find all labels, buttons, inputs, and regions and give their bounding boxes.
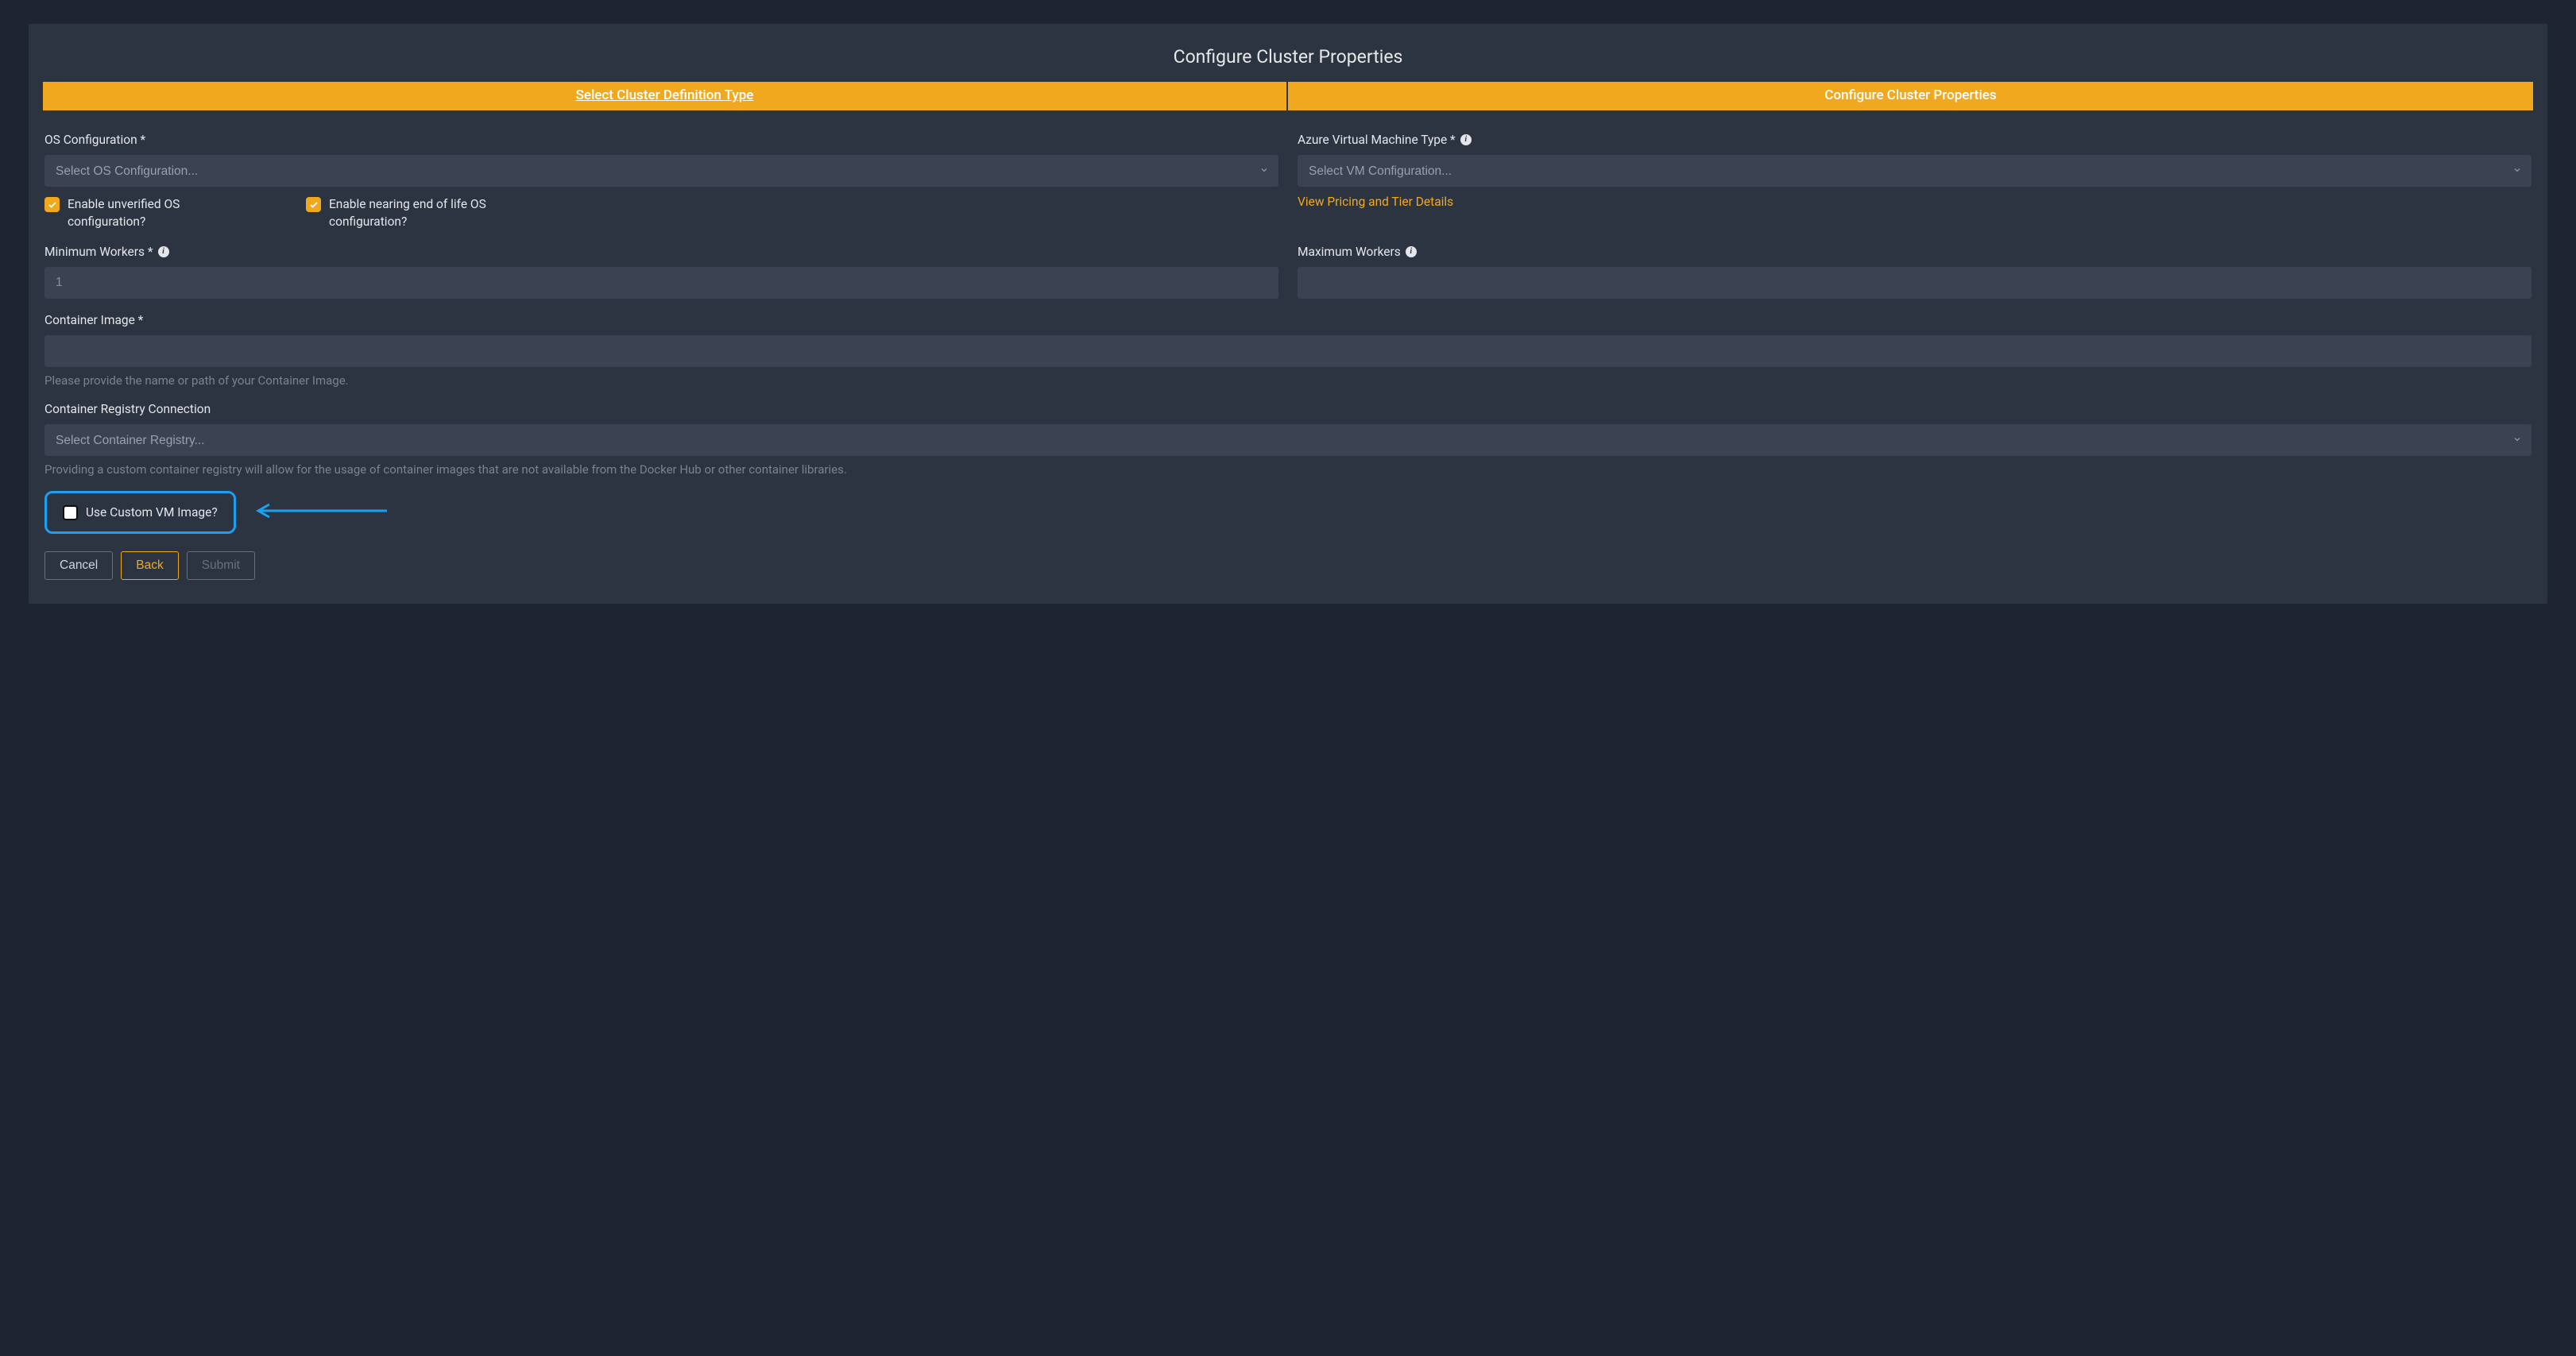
custom-vm-highlight-box: Use Custom VM Image? (44, 491, 236, 534)
stepper: Select Cluster Definition Type Configure… (43, 82, 2533, 110)
page-root: Configure Cluster Properties Select Clus… (0, 0, 2576, 636)
step-label: Select Cluster Definition Type (576, 87, 754, 103)
min-workers-label: Minimum Workers * i (44, 245, 1278, 259)
pricing-link[interactable]: View Pricing and Tier Details (1298, 195, 1453, 209)
step-configure-cluster-properties[interactable]: Configure Cluster Properties (1288, 82, 2533, 110)
container-registry-select-wrap: Select Container Registry... (44, 424, 2532, 456)
cancel-button[interactable]: Cancel (44, 551, 113, 580)
max-workers-label: Maximum Workers i (1298, 245, 2532, 259)
max-workers-field: Maximum Workers i (1298, 245, 2532, 299)
container-image-helper: Please provide the name or path of your … (44, 373, 2532, 388)
os-config-label: OS Configuration * (44, 133, 1278, 147)
os-config-select-wrap: Select OS Configuration... (44, 155, 1278, 187)
step-select-cluster-definition-type[interactable]: Select Cluster Definition Type (43, 82, 1288, 110)
container-image-label: Container Image * (44, 313, 2532, 327)
min-workers-field: Minimum Workers * i (44, 245, 1278, 299)
custom-vm-label: Use Custom VM Image? (86, 505, 218, 520)
vm-type-select[interactable]: Select VM Configuration... (1298, 155, 2532, 187)
os-config-checkboxes: Enable unverified OS configuration? Enab… (44, 196, 1278, 230)
os-config-select[interactable]: Select OS Configuration... (44, 155, 1278, 187)
container-registry-field: Container Registry Connection Select Con… (44, 402, 2532, 477)
info-icon[interactable]: i (1460, 134, 1472, 145)
checkbox-custom-vm[interactable]: Use Custom VM Image? (63, 504, 218, 520)
step-label: Configure Cluster Properties (1824, 87, 1996, 103)
config-panel: Configure Cluster Properties Select Clus… (29, 24, 2547, 604)
checkbox-eol-os[interactable]: Enable nearing end of life OS configurat… (306, 196, 520, 230)
submit-button[interactable]: Submit (187, 551, 255, 580)
checkbox-empty-icon (63, 505, 78, 520)
container-image-field: Container Image * Please provide the nam… (44, 313, 2532, 388)
info-icon[interactable]: i (158, 246, 169, 257)
vm-type-field: Azure Virtual Machine Type * i Select VM… (1298, 133, 2532, 230)
back-button[interactable]: Back (121, 551, 178, 580)
container-registry-select[interactable]: Select Container Registry... (44, 424, 2532, 456)
form-grid: OS Configuration * Select OS Configurati… (43, 133, 2533, 534)
check-icon (44, 197, 60, 212)
info-icon[interactable]: i (1406, 246, 1417, 257)
custom-vm-highlight-row: Use Custom VM Image? (44, 491, 2532, 534)
checkbox-eol-label: Enable nearing end of life OS configurat… (329, 196, 520, 230)
container-registry-helper: Providing a custom container registry wi… (44, 462, 2532, 477)
page-title: Configure Cluster Properties (43, 46, 2533, 68)
check-icon (306, 197, 321, 212)
button-row: Cancel Back Submit (43, 551, 2533, 580)
min-workers-input[interactable] (44, 267, 1278, 299)
checkbox-unverified-os[interactable]: Enable unverified OS configuration? (44, 196, 258, 230)
vm-type-label-text: Azure Virtual Machine Type * (1298, 133, 1456, 147)
container-image-input[interactable] (44, 335, 2532, 367)
vm-type-label: Azure Virtual Machine Type * i (1298, 133, 2532, 147)
max-workers-label-text: Maximum Workers (1298, 245, 1401, 259)
os-config-field: OS Configuration * Select OS Configurati… (44, 133, 1278, 230)
arrow-left-icon (253, 503, 389, 522)
vm-type-select-wrap: Select VM Configuration... (1298, 155, 2532, 187)
max-workers-input[interactable] (1298, 267, 2532, 299)
min-workers-label-text: Minimum Workers * (44, 245, 153, 259)
checkbox-unverified-label: Enable unverified OS configuration? (68, 196, 258, 230)
container-registry-label: Container Registry Connection (44, 402, 2532, 416)
